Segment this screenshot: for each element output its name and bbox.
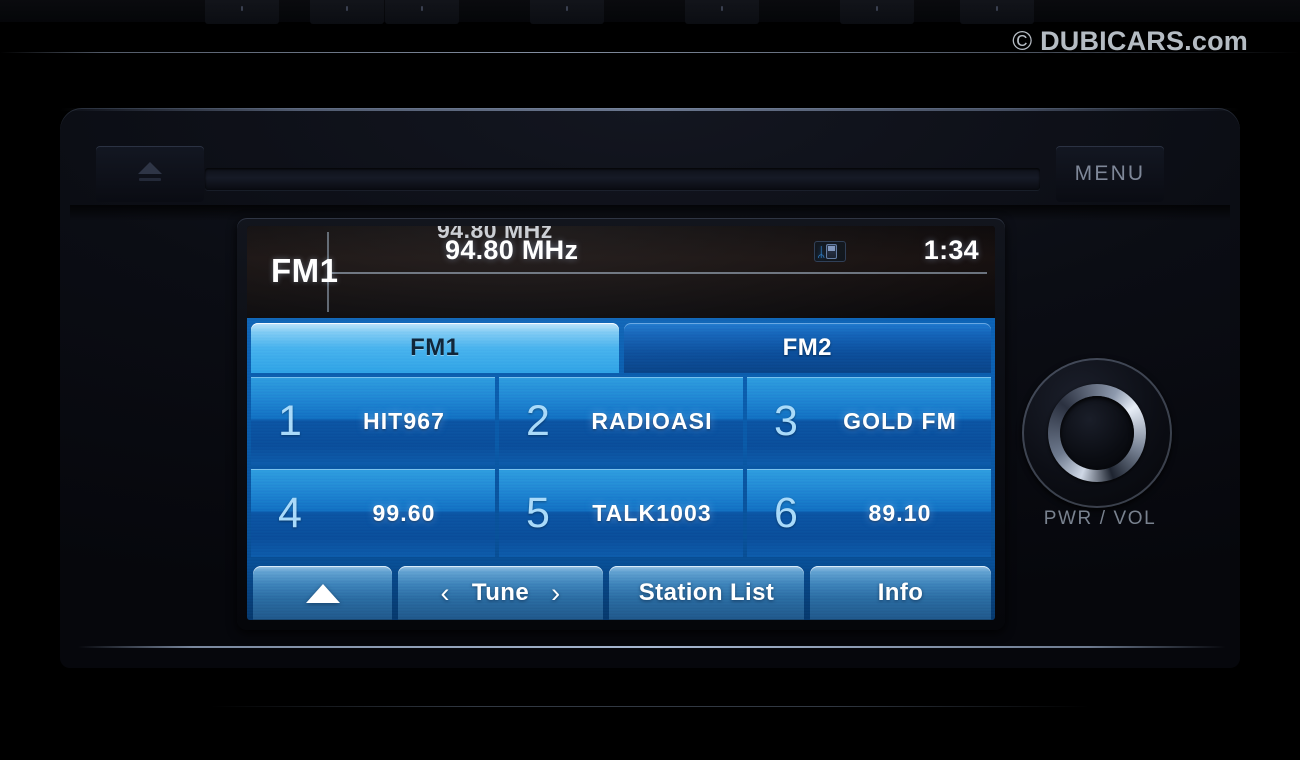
dash-button-5[interactable] <box>685 0 759 24</box>
preset-button-2[interactable]: 2 RADIOASI <box>499 377 743 465</box>
preset-name-2: RADIOASI <box>591 407 713 434</box>
cd-disc-slot[interactable] <box>205 168 1040 190</box>
preset-name-1: HIT967 <box>362 407 446 434</box>
clock-display: 1:34 <box>923 235 979 265</box>
preset-number-4: 4 <box>278 488 302 537</box>
dash-button-1[interactable] <box>205 0 279 24</box>
dash-button-4[interactable] <box>530 0 604 24</box>
preset-button-3[interactable]: 3 GOLD FM <box>747 377 991 465</box>
menu-button-label: MENU <box>1074 162 1146 185</box>
preset-number-3: 3 <box>774 396 798 445</box>
radio-app-area: FM1 FM2 1 HIT967 2 RADIOASI 3 GOLD FM 4 … <box>247 318 995 620</box>
status-header: 94.80 MHz FM1 94.80 MHz ᛦ 1:34 <box>247 226 995 318</box>
infotainment-screenshot: © DUBICARS.com MENU PWR / VOL 94.80 MHz … <box>0 0 1300 760</box>
knob-label: PWR / VOL <box>1043 508 1157 529</box>
action-button-bar: ‹ Tune › Station List Info <box>247 562 995 620</box>
power-volume-knob[interactable]: PWR / VOL <box>1022 358 1182 543</box>
station-list-label: Station List <box>638 579 775 606</box>
tab-fm1-label: FM1 <box>410 334 460 361</box>
eject-icon <box>138 162 162 174</box>
band-tab-bar: FM1 FM2 <box>251 323 991 373</box>
info-label: Info <box>877 579 924 606</box>
header-horizontal-divider <box>327 272 987 274</box>
dashboard-top-panel <box>0 0 1300 24</box>
watermark-brand: DUBICARS.com <box>1040 26 1248 56</box>
preset-row-1: 1 HIT967 2 RADIOASI 3 GOLD FM <box>251 377 991 465</box>
watermark-copyright: © <box>1012 26 1033 56</box>
preset-row-2: 4 99.60 5 TALK1003 6 89.10 <box>251 469 991 557</box>
chevron-left-icon[interactable]: ‹ <box>441 579 450 607</box>
preset-grid: 1 HIT967 2 RADIOASI 3 GOLD FM 4 99.60 5 … <box>251 377 991 557</box>
bluetooth-phone-icon: ᛦ <box>814 241 846 262</box>
knob-outer-ring <box>1022 358 1172 508</box>
tune-button-label: Tune <box>471 579 530 606</box>
triangle-up-icon <box>305 583 340 603</box>
lcd-screen[interactable]: 94.80 MHz FM1 94.80 MHz ᛦ 1:34 FM1 FM2 1… <box>247 226 995 620</box>
knob-center-cap <box>1060 396 1134 470</box>
unit-bottom-chrome-trim <box>78 646 1226 648</box>
preset-button-5[interactable]: 5 TALK1003 <box>499 469 743 557</box>
tab-fm1[interactable]: FM1 <box>251 323 619 373</box>
display-bezel: 94.80 MHz FM1 94.80 MHz ᛦ 1:34 FM1 FM2 1… <box>237 218 1005 630</box>
tab-fm2-label: FM2 <box>782 334 832 361</box>
dash-button-2[interactable] <box>310 0 384 24</box>
dash-button-7[interactable] <box>960 0 1034 24</box>
preset-button-6[interactable]: 6 89.10 <box>747 469 991 557</box>
preset-name-3: GOLD FM <box>843 407 957 434</box>
preset-number-6: 6 <box>774 488 798 537</box>
station-list-button[interactable]: Station List <box>609 566 804 620</box>
head-unit-top-highlight <box>60 108 1240 111</box>
preset-number-2: 2 <box>526 396 550 445</box>
preset-name-4: 99.60 <box>372 499 436 526</box>
preset-number-5: 5 <box>526 488 550 537</box>
preset-button-1[interactable]: 1 HIT967 <box>251 377 495 465</box>
tune-button[interactable]: ‹ Tune › <box>398 566 603 620</box>
menu-button[interactable]: MENU <box>1056 146 1164 202</box>
preset-name-6: 89.10 <box>868 499 932 526</box>
phone-icon <box>826 244 838 259</box>
frequency-display: 94.80 MHz <box>445 235 579 265</box>
preset-button-4[interactable]: 4 99.60 <box>251 469 495 557</box>
watermark: © DUBICARS.com <box>1012 26 1248 57</box>
band-label: FM1 <box>271 252 339 289</box>
info-button[interactable]: Info <box>810 566 991 620</box>
chevron-right-icon[interactable]: › <box>551 579 560 607</box>
preset-number-1: 1 <box>278 396 302 445</box>
dash-button-3[interactable] <box>385 0 459 24</box>
scroll-up-button[interactable] <box>253 566 392 620</box>
dashboard-lower-seam <box>210 706 1090 707</box>
eject-button[interactable] <box>96 146 204 202</box>
preset-name-5: TALK1003 <box>592 499 712 526</box>
tab-fm2[interactable]: FM2 <box>623 323 991 373</box>
eject-icon-bar <box>139 178 161 181</box>
dash-button-6[interactable] <box>840 0 914 24</box>
bluetooth-icon: ᛦ <box>817 243 826 260</box>
